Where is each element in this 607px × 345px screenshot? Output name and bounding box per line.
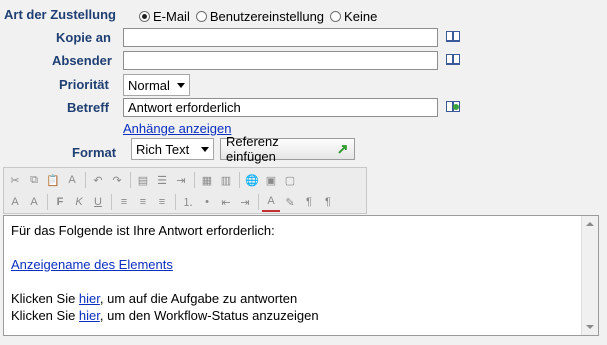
font-color-icon[interactable]: A: [262, 192, 280, 212]
editor-line-1: Für das Folgende ist Ihre Antwort erford…: [11, 223, 275, 238]
editor-blank-line: [11, 273, 319, 290]
format-label: Format: [72, 145, 117, 160]
bullets-icon[interactable]: ☰: [153, 171, 171, 189]
hyperlink-icon[interactable]: 🌐: [243, 171, 261, 189]
scroll-up-icon[interactable]: [586, 222, 594, 226]
toolbar-row-2: A A F K U ≡ ≡ ≡ ⒈ • ⇤ ⇥ A ✎ ¶ ¶: [6, 192, 338, 212]
special-char-icon[interactable]: ▢: [281, 171, 299, 189]
toolbar-separator: [194, 172, 195, 188]
chevron-down-icon: [177, 82, 185, 88]
priority-select[interactable]: Normal: [123, 74, 190, 96]
radio-none[interactable]: [330, 10, 342, 22]
format-icon[interactable]: A: [6, 193, 24, 211]
insert-arrow-icon: [338, 145, 348, 154]
underline-icon[interactable]: U: [89, 193, 107, 211]
cc-input[interactable]: [123, 28, 438, 47]
show-attachments-link[interactable]: Anhänge anzeigen: [123, 121, 231, 136]
italic-icon[interactable]: K: [70, 193, 88, 211]
address-book-green-icon[interactable]: [446, 101, 460, 112]
radio-none-label: Keine: [344, 8, 378, 24]
priority-label: Priorität: [59, 77, 109, 92]
radio-email-label: E-Mail: [153, 8, 190, 24]
radio-email[interactable]: [139, 10, 150, 22]
table-props-icon[interactable]: ▥: [217, 171, 235, 189]
toolbar-separator: [47, 194, 48, 210]
format-value: Rich Text: [136, 141, 190, 157]
line3-prefix: Klicken Sie: [11, 291, 79, 306]
line3-suffix: , um auf die Aufgabe zu antworten: [99, 291, 298, 306]
sender-label: Absender: [52, 53, 112, 68]
numbered-list-icon[interactable]: ⒈: [179, 193, 197, 211]
priority-value: Normal: [128, 77, 170, 93]
delivery-radio-group: E-Mail Benutzereinstellung Keine: [139, 8, 383, 24]
chevron-down-icon: [201, 146, 209, 152]
address-book-icon[interactable]: [446, 31, 460, 42]
image-icon[interactable]: ▣: [262, 171, 280, 189]
toolbar-separator: [130, 172, 131, 188]
scroll-down-icon[interactable]: [586, 325, 594, 329]
toolbar-separator: [175, 194, 176, 210]
align-left-icon[interactable]: ≡: [115, 193, 133, 211]
delivery-label: Art der Zustellung: [4, 7, 116, 22]
toolbar-separator: [239, 172, 240, 188]
editor-scrollbar[interactable]: [581, 216, 598, 335]
address-book-icon[interactable]: [446, 54, 460, 65]
undo-icon[interactable]: ↶: [89, 171, 107, 189]
ltr-icon[interactable]: ¶: [300, 193, 318, 211]
indent-icon[interactable]: ⇥: [172, 171, 190, 189]
toolbar-separator: [258, 194, 259, 210]
select-all-icon[interactable]: ▤: [134, 171, 152, 189]
rich-text-editor[interactable]: Für das Folgende ist Ihre Antwort erford…: [3, 215, 599, 336]
editor-toolbar: ✂ ⧉ 📋 A ↶ ↷ ▤ ☰ ⇥ ▦ ▥ 🌐 ▣ ▢ A A F K U ≡ …: [3, 167, 367, 214]
cut-icon[interactable]: ✂: [6, 171, 24, 189]
subject-label: Betreff: [67, 100, 109, 115]
format-select[interactable]: Rich Text: [131, 138, 214, 160]
rtl-icon[interactable]: ¶: [319, 193, 337, 211]
editor-content: Für das Folgende ist Ihre Antwort erford…: [11, 222, 319, 324]
insert-reference-button[interactable]: Referenz einfügen: [220, 134, 355, 164]
subject-input[interactable]: [123, 98, 438, 117]
toolbar-separator: [85, 172, 86, 188]
insert-reference-label: Referenz einfügen: [226, 134, 279, 164]
sender-input[interactable]: [123, 51, 438, 70]
element-name-link[interactable]: Anzeigename des Elements: [11, 257, 173, 272]
radio-user-setting[interactable]: [195, 10, 207, 22]
workflow-status-link[interactable]: hier: [79, 308, 100, 323]
spellcheck-icon[interactable]: A: [63, 171, 81, 189]
radio-user-setting-label: Benutzereinstellung: [209, 8, 325, 24]
align-center-icon[interactable]: ≡: [134, 193, 152, 211]
align-right-icon[interactable]: ≡: [153, 193, 171, 211]
paste-icon[interactable]: 📋: [44, 171, 62, 189]
cc-label: Kopie an: [56, 30, 111, 45]
line4-prefix: Klicken Sie: [11, 308, 79, 323]
outdent-icon[interactable]: ⇤: [217, 193, 235, 211]
toolbar-row-1: ✂ ⧉ 📋 A ↶ ↷ ▤ ☰ ⇥ ▦ ▥ 🌐 ▣ ▢: [6, 170, 300, 190]
redo-icon[interactable]: ↷: [108, 171, 126, 189]
editor-blank-line: [11, 239, 319, 256]
copy-icon[interactable]: ⧉: [25, 171, 43, 189]
indent-more-icon[interactable]: ⇥: [236, 193, 254, 211]
line4-suffix: , um den Workflow-Status anzuzeigen: [99, 308, 319, 323]
table-icon[interactable]: ▦: [198, 171, 216, 189]
toolbar-separator: [111, 194, 112, 210]
font-size-icon[interactable]: A: [25, 193, 43, 211]
bullet-list-icon[interactable]: •: [198, 193, 216, 211]
highlight-icon[interactable]: ✎: [281, 193, 299, 211]
respond-task-link[interactable]: hier: [79, 291, 100, 306]
bold-icon[interactable]: F: [51, 193, 69, 211]
